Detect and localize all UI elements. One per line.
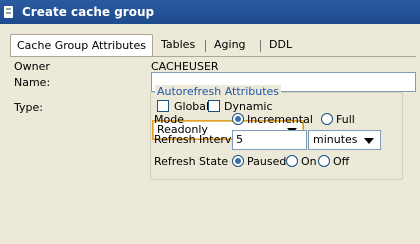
app-icon [4,6,13,18]
autorefresh-group: Autorefresh Attributes Mode Incremental … [150,85,403,180]
tab-label: Cache Group Attributes [17,39,146,52]
refresh-interval-unit-value: minutes [313,133,358,146]
tab-cache-group-attributes[interactable]: Cache Group Attributes [10,34,153,57]
owner-label: Owner [14,60,50,73]
autorefresh-title: Autorefresh Attributes [155,85,282,98]
state-paused-radio[interactable] [232,155,244,167]
state-on-radio[interactable] [286,155,298,167]
mode-full-radio[interactable] [321,113,333,125]
tab-label: Aging [214,38,246,51]
type-label: Type: [14,101,43,114]
refresh-state-label: Refresh State [154,155,229,168]
mode-incremental-label: Incremental [247,113,313,126]
tab-divider [260,40,261,52]
tab-aging[interactable]: Aging [208,34,252,56]
state-paused-label: Paused [247,155,287,168]
name-label: Name: [14,76,51,89]
mode-label: Mode [154,113,184,126]
refresh-interval-unit-select[interactable]: minutes [308,130,381,150]
mode-incremental-radio[interactable] [232,113,244,125]
state-off-label: Off [333,155,350,168]
tab-tables[interactable]: Tables [155,34,201,56]
mode-full-label: Full [336,113,355,126]
state-on-label: On [301,155,317,168]
tab-label: DDL [269,38,293,51]
state-off-radio[interactable] [318,155,330,167]
window-titlebar: Create cache group [0,0,420,24]
tab-label: Tables [161,38,196,51]
tab-divider [205,40,206,52]
window-title: Create cache group [22,5,155,19]
tab-ddl[interactable]: DDL [263,34,298,56]
chevron-down-icon [364,138,374,144]
refresh-interval-input[interactable]: 5 [232,130,307,150]
refresh-interval-label: Refresh Interval [154,133,242,146]
